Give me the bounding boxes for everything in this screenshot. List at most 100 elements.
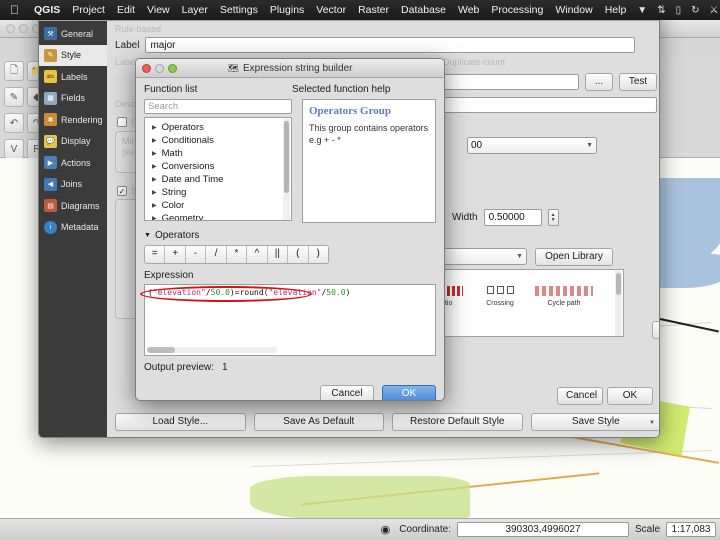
- operator-equals[interactable]: =: [145, 246, 166, 263]
- function-label-geometry: Geometry: [161, 213, 204, 221]
- save-as-default-button[interactable]: Save As Default: [253, 413, 384, 431]
- apple-logo-icon[interactable]: : [0, 4, 28, 16]
- scale-value[interactable]: 1:17,083: [666, 522, 716, 537]
- main-close-button[interactable]: [6, 24, 15, 33]
- operator-close-paren[interactable]: ): [308, 246, 328, 263]
- operator-concat[interactable]: ||: [267, 246, 289, 263]
- sidebar-item-joins[interactable]: ◀ Joins: [39, 174, 107, 196]
- expression-hscroll-thumb[interactable]: [147, 347, 175, 353]
- inner-cancel-button[interactable]: Cancel: [557, 387, 603, 405]
- menu-edit[interactable]: Edit: [111, 4, 141, 16]
- dropbox-icon[interactable]: ▼: [632, 5, 652, 16]
- status-bar: ◉ Coordinate: 390303,4996027 Scale 1:17,…: [0, 518, 720, 540]
- operator-multiply[interactable]: *: [226, 246, 248, 263]
- function-item-conditionals[interactable]: ▶ Conditionals: [145, 134, 291, 147]
- expression-text: ("elevation"/50.0)=round("elevation"/50.…: [145, 285, 435, 298]
- menu-settings[interactable]: Settings: [214, 4, 264, 16]
- operator-minus[interactable]: -: [185, 246, 207, 263]
- unit-combo[interactable]: 00 ▼: [467, 137, 597, 154]
- function-item-geometry[interactable]: ▶ Geometry: [145, 212, 291, 221]
- expr-token-field2: "elevation": [268, 288, 322, 297]
- sidebar-item-display[interactable]: 💬 Display: [39, 131, 107, 153]
- function-item-operators[interactable]: ▶ Operators: [145, 121, 291, 134]
- menu-processing[interactable]: Processing: [485, 4, 549, 16]
- coordinate-value[interactable]: 390303,4996027: [456, 522, 629, 537]
- bluetooth-icon[interactable]: ⚔: [705, 5, 720, 16]
- sync-icon[interactable]: ⇅: [652, 5, 670, 16]
- inner-ok-button[interactable]: OK: [607, 387, 653, 405]
- coordinate-capture-icon[interactable]: ◉: [373, 523, 394, 536]
- expression-cancel-button[interactable]: Cancel: [320, 385, 374, 400]
- operator-plus[interactable]: +: [165, 246, 186, 263]
- function-item-conversions[interactable]: ▶ Conversions: [145, 160, 291, 173]
- menu-window[interactable]: Window: [549, 4, 598, 16]
- eb-zoom-button[interactable]: [168, 64, 177, 73]
- scale-checkbox[interactable]: [117, 117, 127, 127]
- function-tree-scroll-thumb[interactable]: [284, 121, 289, 193]
- operator-open-paren[interactable]: (: [288, 246, 309, 263]
- menu-help[interactable]: Help: [599, 4, 633, 16]
- function-label-math: Math: [161, 148, 183, 159]
- join-icon: ◀: [44, 177, 57, 191]
- sidebar-item-labels[interactable]: abc Labels: [39, 66, 107, 88]
- symbol-checkbox[interactable]: ✓: [117, 186, 127, 196]
- search-input[interactable]: Search: [144, 99, 292, 114]
- operator-power[interactable]: ^: [247, 246, 268, 263]
- width-stepper[interactable]: ▲ ▼: [547, 209, 559, 226]
- sidebar-item-rendering[interactable]: ❃ Rendering: [39, 109, 107, 131]
- open-library-button[interactable]: Open Library: [535, 248, 613, 266]
- test-button[interactable]: Test: [619, 73, 657, 91]
- main-minimize-button[interactable]: [19, 24, 28, 33]
- new-project-icon[interactable]: 🗋: [4, 61, 24, 81]
- add-vector-layer-icon[interactable]: V: [4, 139, 24, 159]
- brush-icon: ✎: [44, 48, 57, 62]
- sidebar-item-actions[interactable]: ▶ Actions: [39, 152, 107, 174]
- menu-database[interactable]: Database: [395, 4, 452, 16]
- operators-section-header[interactable]: ▼ Operators: [144, 230, 436, 241]
- sidebar-item-metadata[interactable]: i Metadata: [39, 217, 107, 239]
- sidebar-item-style[interactable]: ✎ Style: [39, 44, 107, 66]
- sidebar-item-fields[interactable]: ▦ Fields: [39, 88, 107, 110]
- main-window-traffic-lights[interactable]: [6, 24, 41, 33]
- save-style-button[interactable]: Save Style ▼: [530, 413, 659, 431]
- operator-divide[interactable]: /: [206, 246, 227, 263]
- timemachine-icon[interactable]: ↻: [686, 5, 704, 16]
- menu-qgis[interactable]: QGIS: [28, 4, 66, 16]
- restore-default-style-button[interactable]: Restore Default Style: [392, 413, 523, 431]
- function-item-color[interactable]: ▶ Color: [145, 199, 291, 212]
- symbol-gallery-scrollbar[interactable]: [615, 271, 622, 336]
- sidebar-item-diagrams[interactable]: ▤ Diagrams: [39, 195, 107, 217]
- eb-traffic-lights[interactable]: [142, 64, 177, 73]
- expression-builder-button[interactable]: ...: [585, 73, 613, 91]
- menu-web[interactable]: Web: [452, 4, 485, 16]
- expression-textarea[interactable]: ("elevation"/50.0)=round("elevation"/50.…: [144, 284, 436, 356]
- load-style-button[interactable]: Load Style...: [115, 413, 246, 431]
- menu-layer[interactable]: Layer: [176, 4, 214, 16]
- sidebar-item-general[interactable]: ⚒ General: [39, 23, 107, 45]
- expression-ok-button[interactable]: OK: [382, 385, 436, 400]
- label-field-input[interactable]: major: [145, 37, 635, 53]
- undo-icon[interactable]: ↶: [4, 113, 24, 133]
- function-item-math[interactable]: ▶ Math: [145, 147, 291, 160]
- menu-view[interactable]: View: [141, 4, 176, 16]
- function-tree[interactable]: ▶ Operators ▶ Conditionals ▶ Math ▶ Conv…: [144, 117, 292, 221]
- symbol-gallery-cell-2[interactable]: Crossing: [471, 286, 529, 307]
- sidebar-label-labels: Labels: [61, 71, 88, 82]
- function-item-date-and-time[interactable]: ▶ Date and Time: [145, 173, 291, 186]
- display-icon[interactable]: ▯: [671, 5, 687, 16]
- pencil-edit-icon[interactable]: ✎: [4, 87, 24, 107]
- eb-minimize-button[interactable]: [155, 64, 164, 73]
- menu-plugins[interactable]: Plugins: [264, 4, 310, 16]
- menu-vector[interactable]: Vector: [310, 4, 352, 16]
- symbol-gallery-cell-3[interactable]: Cycle path: [531, 286, 597, 307]
- function-item-string[interactable]: ▶ String: [145, 186, 291, 199]
- rendering-order-button[interactable]: ring order...: [652, 321, 659, 339]
- menu-raster[interactable]: Raster: [352, 4, 395, 16]
- expression-hscrollbar[interactable]: [147, 347, 277, 353]
- label-field-row: Label major: [115, 37, 635, 53]
- width-input[interactable]: 0.50000: [483, 209, 542, 226]
- function-tree-scrollbar[interactable]: [283, 119, 290, 220]
- menu-project[interactable]: Project: [66, 4, 111, 16]
- symbol-gallery-scroll-thumb[interactable]: [616, 273, 621, 295]
- eb-close-button[interactable]: [142, 64, 151, 73]
